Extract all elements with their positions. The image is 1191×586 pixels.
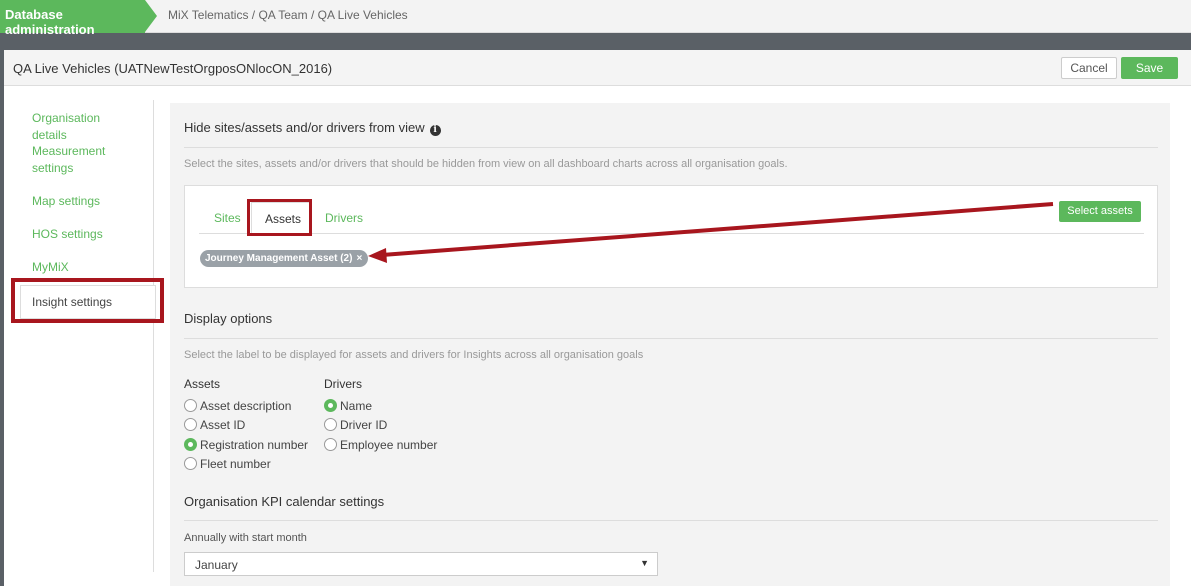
drivers-column-title: Drivers: [324, 377, 362, 391]
radio-label: Asset description: [200, 399, 292, 413]
divider: [184, 520, 1158, 521]
display-section-description: Select the label to be displayed for ass…: [184, 349, 644, 361]
arrow-head: [368, 248, 387, 263]
radio-button[interactable]: [184, 399, 197, 412]
radio-button-selected[interactable]: [324, 399, 337, 412]
chevron-down-icon: ▼: [640, 558, 649, 568]
start-month-value: January: [195, 558, 238, 572]
annotation-arrow: [368, 202, 1054, 263]
radio-label: Name: [340, 399, 373, 413]
display-section-title: Display options: [184, 311, 273, 326]
radio-button[interactable]: [184, 457, 197, 470]
radio-label: Driver ID: [340, 418, 388, 432]
radio-button[interactable]: [184, 418, 197, 431]
radio-label: Registration number: [200, 438, 309, 452]
radio-button[interactable]: [324, 418, 337, 431]
divider: [184, 338, 1158, 339]
radio-label: Employee number: [340, 438, 438, 452]
arrow-line: [381, 202, 1054, 257]
radio-button-selected[interactable]: [184, 438, 197, 451]
radio-button[interactable]: [324, 438, 337, 451]
assets-column-title: Assets: [184, 377, 221, 391]
start-month-label: Annually with start month: [184, 532, 307, 544]
start-month-select[interactable]: January ▼: [184, 552, 658, 576]
kpi-section-title: Organisation KPI calendar settings: [184, 494, 385, 509]
radio-label: Asset ID: [200, 418, 246, 432]
radio-label: Fleet number: [200, 457, 271, 471]
